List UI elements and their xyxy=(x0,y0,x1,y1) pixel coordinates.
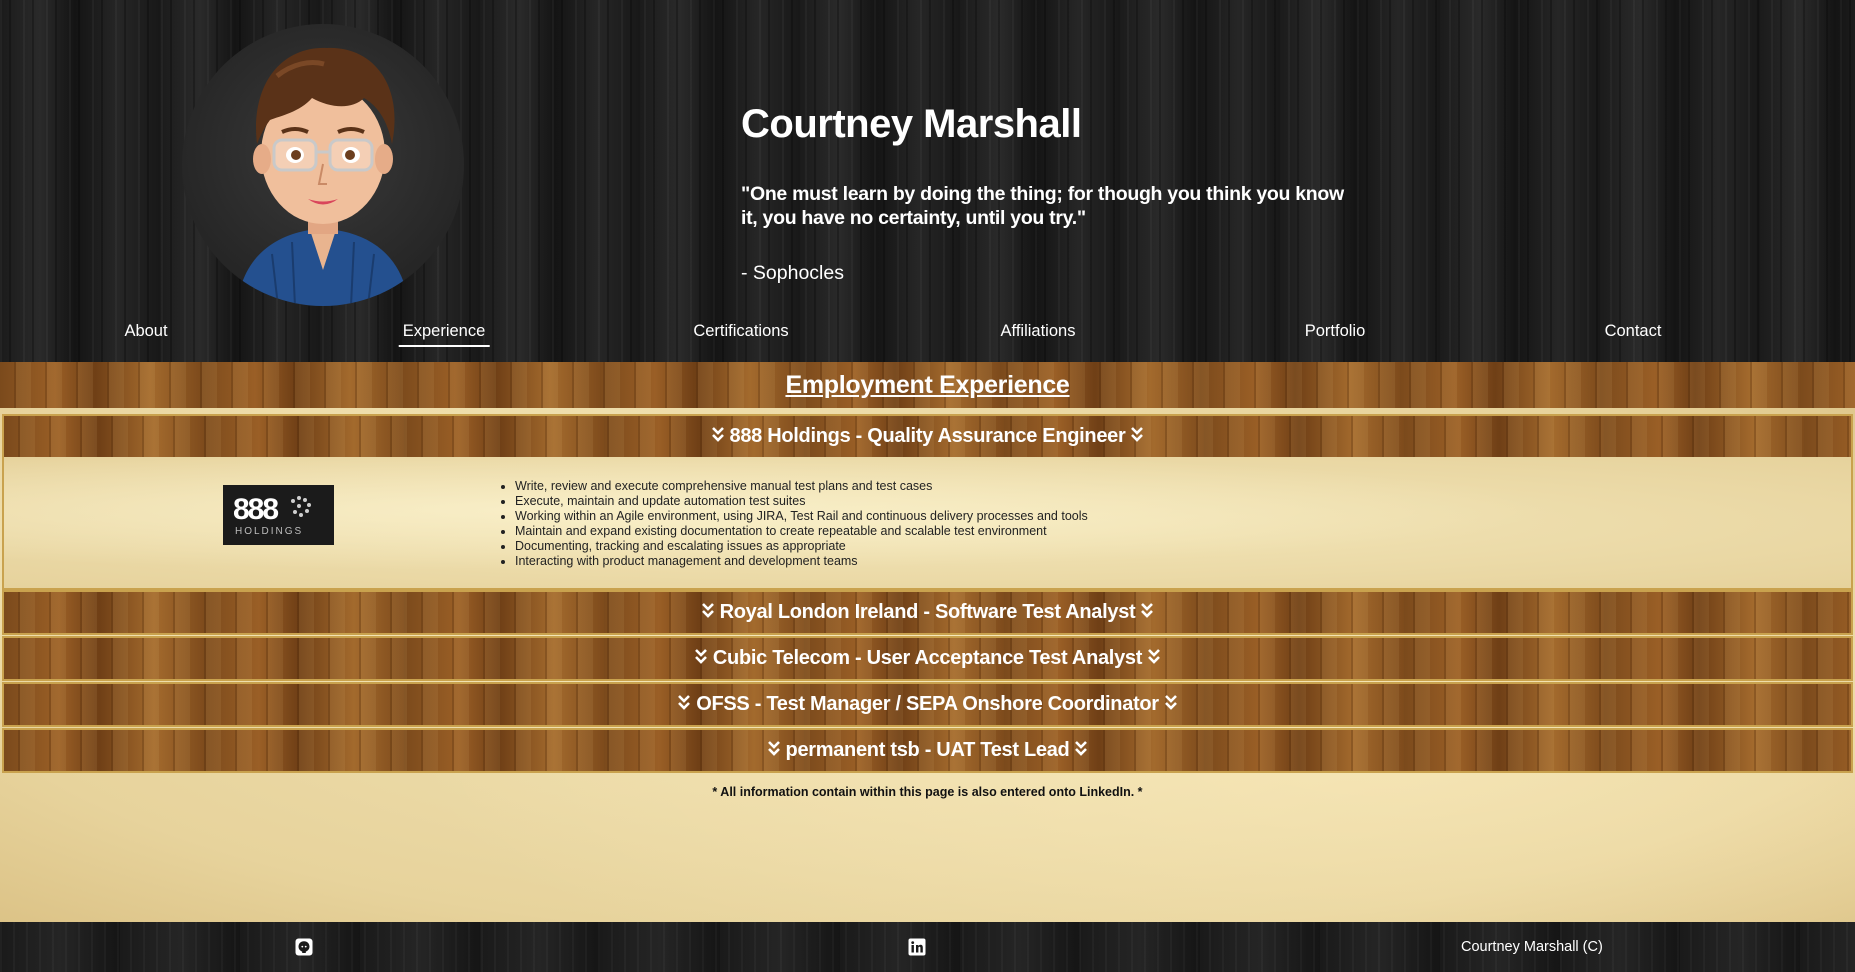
double-chevron-down-icon xyxy=(701,603,714,618)
nav-contact[interactable]: Contact xyxy=(1601,322,1666,345)
nav-portfolio[interactable]: Portfolio xyxy=(1301,322,1370,345)
github-icon[interactable] xyxy=(295,938,313,956)
job-title: Cubic Telecom - User Acceptance Test Ana… xyxy=(712,647,1143,669)
nav-affiliations[interactable]: Affiliations xyxy=(997,322,1080,345)
copyright-text: Courtney Marshall (C) xyxy=(1461,939,1603,955)
double-chevron-down-icon xyxy=(694,649,707,664)
double-chevron-down-icon xyxy=(711,427,724,442)
profile-name: Courtney Marshall xyxy=(741,102,1082,146)
list-item: Working within an Agile environment, usi… xyxy=(515,509,1088,524)
company-logo-888: 888 HOLDINGS xyxy=(223,485,334,545)
footer: Courtney Marshall (C) xyxy=(0,922,1855,972)
double-chevron-down-icon xyxy=(1075,741,1088,756)
cartoon-avatar-icon xyxy=(237,47,409,306)
job-accordion-item: 888 Holdings - Quality Assurance Enginee… xyxy=(2,414,1853,590)
double-chevron-down-icon xyxy=(678,695,691,710)
header: Courtney Marshall "One must learn by doi… xyxy=(0,0,1855,362)
quote-text: "One must learn by doing the thing; for … xyxy=(741,183,1344,229)
job-header-permanent-tsb[interactable]: permanent tsb - UAT Test Lead xyxy=(4,730,1851,771)
list-item: Interacting with product management and … xyxy=(515,554,1088,569)
double-chevron-down-icon xyxy=(1164,695,1177,710)
main-nav: About Experience Certifications Affiliat… xyxy=(0,322,1855,352)
list-item: Maintain and expand existing documentati… xyxy=(515,524,1088,539)
nav-about[interactable]: About xyxy=(120,322,171,345)
nav-experience[interactable]: Experience xyxy=(398,322,490,347)
nav-certifications[interactable]: Certifications xyxy=(689,322,792,345)
quote-author: - Sophocles xyxy=(741,262,844,284)
job-header-ofss[interactable]: OFSS - Test Manager / SEPA Onshore Coord… xyxy=(4,684,1851,725)
job-accordion-item: OFSS - Test Manager / SEPA Onshore Coord… xyxy=(2,682,1853,727)
avatar xyxy=(182,24,464,306)
section-title-bar: Employment Experience xyxy=(0,362,1855,408)
linkedin-note: * All information contain within this pa… xyxy=(712,785,1143,799)
double-chevron-down-icon xyxy=(1131,427,1144,442)
list-item: Write, review and execute comprehensive … xyxy=(515,479,1088,494)
job-header-cubic-telecom[interactable]: Cubic Telecom - User Acceptance Test Ana… xyxy=(4,638,1851,679)
job-details: 888 HOLDINGS Write, review and execute c… xyxy=(4,457,1851,588)
double-chevron-down-icon xyxy=(767,741,780,756)
job-header-888[interactable]: 888 Holdings - Quality Assurance Enginee… xyxy=(4,416,1851,457)
logo-888-subtext: HOLDINGS xyxy=(235,526,303,537)
logo-888-text: 888 xyxy=(233,493,278,526)
section-title: Employment Experience xyxy=(785,371,1070,399)
job-header-royal-london[interactable]: Royal London Ireland - Software Test Ana… xyxy=(4,592,1851,633)
linkedin-icon[interactable] xyxy=(908,938,926,956)
job-title: permanent tsb - UAT Test Lead xyxy=(785,739,1070,761)
job-title: Royal London Ireland - Software Test Ana… xyxy=(719,601,1136,623)
job-title: OFSS - Test Manager / SEPA Onshore Coord… xyxy=(696,693,1159,715)
main-content: Employment Experience 888 Holdings - Qua… xyxy=(0,362,1855,922)
duties-list: Write, review and execute comprehensive … xyxy=(515,479,1088,569)
list-item: Execute, maintain and update automation … xyxy=(515,494,1088,509)
job-accordion-item: Royal London Ireland - Software Test Ana… xyxy=(2,590,1853,635)
job-accordion-item: permanent tsb - UAT Test Lead xyxy=(2,728,1853,773)
double-chevron-down-icon xyxy=(1141,603,1154,618)
job-accordion-item: Cubic Telecom - User Acceptance Test Ana… xyxy=(2,636,1853,681)
list-item: Documenting, tracking and escalating iss… xyxy=(515,539,1088,554)
job-title: 888 Holdings - Quality Assurance Enginee… xyxy=(729,425,1126,447)
double-chevron-down-icon xyxy=(1148,649,1160,664)
